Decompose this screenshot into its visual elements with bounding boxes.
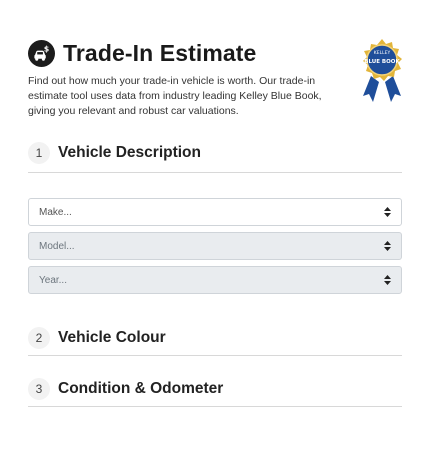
select-arrows-icon (384, 241, 391, 251)
make-select-value: Make... (39, 206, 72, 218)
badge-top-text: KELLEY (374, 50, 391, 56)
step-number: 3 (28, 378, 50, 400)
select-arrows-icon (384, 207, 391, 217)
vehicle-selects: Make... Model... Year... (28, 198, 402, 294)
car-dollar-icon: $ (28, 39, 55, 67)
step-number: 2 (28, 327, 50, 349)
section-title: Vehicle Description (58, 144, 201, 161)
step-number: 1 (28, 142, 50, 164)
page-header: $ Trade-In Estimate Find out how much yo… (28, 38, 402, 128)
page-title: Trade-In Estimate (63, 39, 257, 66)
section-vehicle-description: 1 Vehicle Description (28, 142, 402, 173)
kelley-blue-book-badge: KELLEY BLUE BOOK (357, 38, 407, 104)
model-select[interactable]: Model... (28, 232, 402, 260)
intro-text: Find out how much your trade-in vehicle … (28, 75, 322, 117)
select-arrows-icon (384, 275, 391, 285)
section-title: Condition & Odometer (58, 380, 224, 397)
section-divider (28, 406, 402, 407)
badge-main-text: BLUE BOOK (364, 59, 400, 65)
section-title: Vehicle Colour (58, 329, 166, 346)
year-select[interactable]: Year... (28, 266, 402, 294)
section-divider (28, 355, 402, 356)
make-select[interactable]: Make... (28, 198, 402, 226)
trade-in-estimate-page: $ Trade-In Estimate Find out how much yo… (28, 38, 402, 407)
section-vehicle-colour[interactable]: 2 Vehicle Colour (28, 327, 402, 356)
section-divider (28, 172, 402, 173)
title-row: $ Trade-In Estimate (28, 38, 402, 68)
svg-text:$: $ (44, 44, 49, 53)
model-select-value: Model... (39, 240, 75, 252)
section-condition-odometer[interactable]: 3 Condition & Odometer (28, 378, 402, 407)
year-select-value: Year... (39, 274, 67, 286)
